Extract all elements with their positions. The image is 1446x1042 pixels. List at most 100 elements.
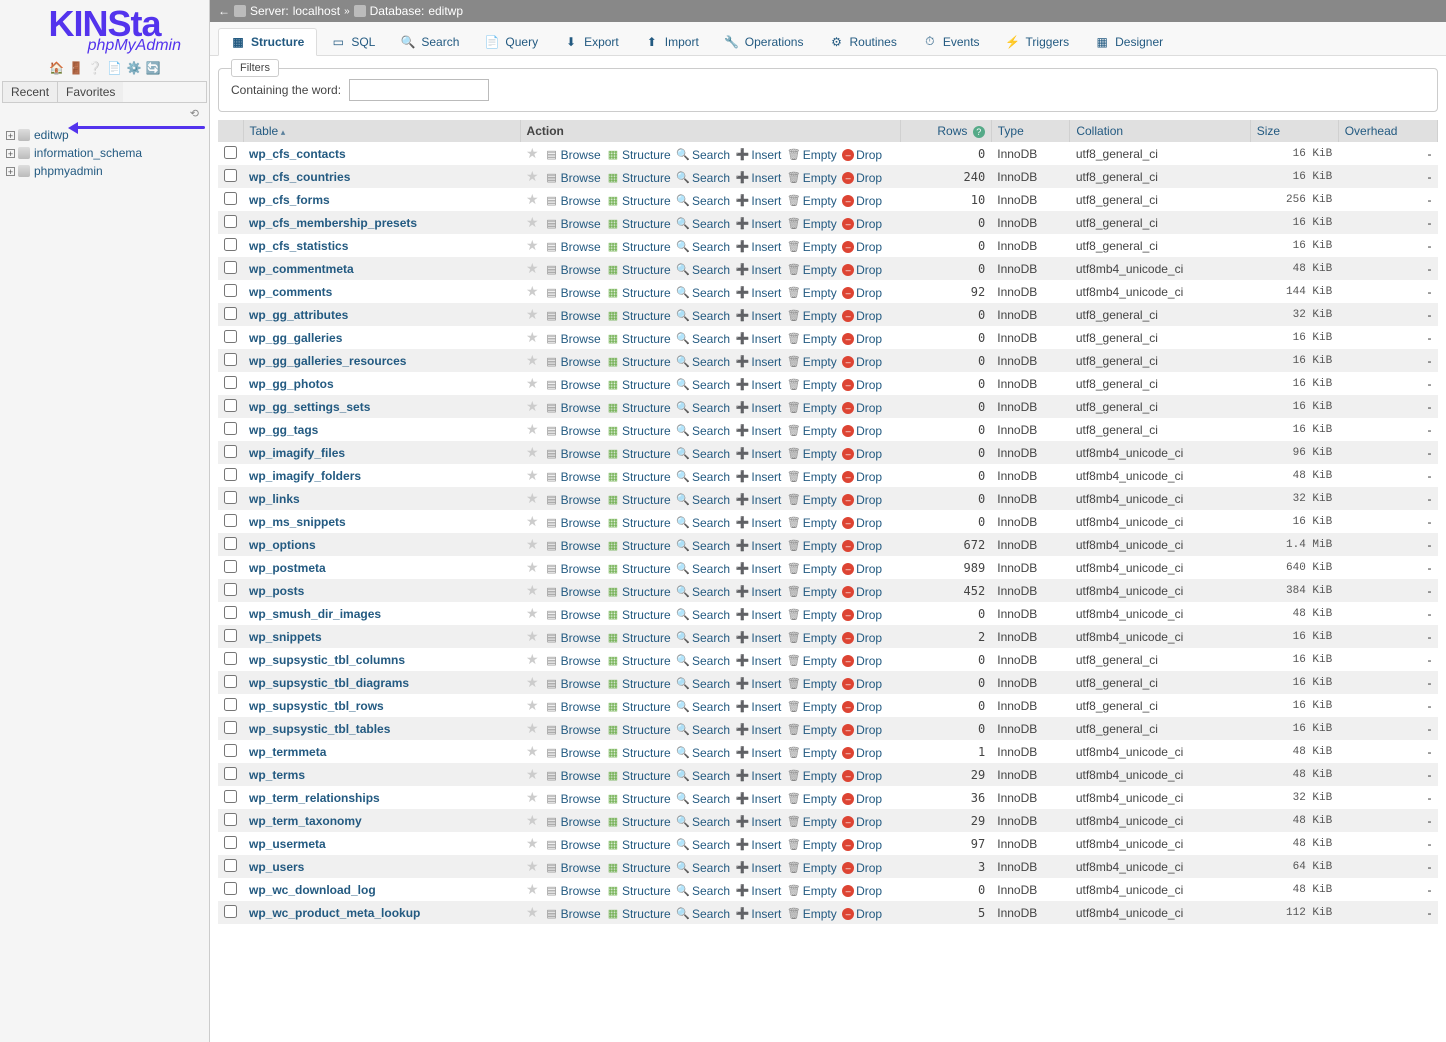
favorite-star-icon[interactable] bbox=[526, 812, 539, 828]
action-structure[interactable]: ▦Structure bbox=[606, 585, 671, 599]
action-drop[interactable]: – Drop bbox=[842, 217, 882, 231]
help-icon[interactable]: ❔ bbox=[88, 61, 102, 75]
favorite-star-icon[interactable] bbox=[526, 697, 539, 713]
action-insert[interactable]: ➕Insert bbox=[735, 723, 781, 737]
table-name-link[interactable]: wp_cfs_membership_presets bbox=[249, 216, 417, 230]
table-name-link[interactable]: wp_gg_settings_sets bbox=[249, 400, 370, 414]
action-search[interactable]: 🔍Search bbox=[676, 884, 730, 898]
action-browse[interactable]: ▤Browse bbox=[545, 309, 601, 323]
favorite-star-icon[interactable] bbox=[526, 651, 539, 667]
row-checkbox[interactable] bbox=[224, 399, 237, 412]
action-insert[interactable]: ➕Insert bbox=[735, 516, 781, 530]
action-structure[interactable]: ▦Structure bbox=[606, 700, 671, 714]
row-checkbox[interactable] bbox=[224, 836, 237, 849]
row-checkbox[interactable] bbox=[224, 353, 237, 366]
action-browse[interactable]: ▤Browse bbox=[545, 424, 601, 438]
action-browse[interactable]: ▤Browse bbox=[545, 677, 601, 691]
header-rows[interactable]: Rows ? bbox=[900, 120, 991, 142]
row-checkbox[interactable] bbox=[224, 813, 237, 826]
action-search[interactable]: 🔍Search bbox=[676, 309, 730, 323]
row-checkbox[interactable] bbox=[224, 606, 237, 619]
row-checkbox[interactable] bbox=[224, 468, 237, 481]
tab-structure[interactable]: ▦Structure bbox=[218, 28, 317, 56]
action-insert[interactable]: ➕Insert bbox=[735, 608, 781, 622]
action-structure[interactable]: ▦Structure bbox=[606, 148, 671, 162]
table-name-link[interactable]: wp_links bbox=[249, 492, 300, 506]
action-structure[interactable]: ▦Structure bbox=[606, 608, 671, 622]
action-browse[interactable]: ▤Browse bbox=[545, 792, 601, 806]
action-empty[interactable]: 🗑Empty bbox=[787, 815, 837, 829]
action-search[interactable]: 🔍Search bbox=[676, 493, 730, 507]
table-name-link[interactable]: wp_supsystic_tbl_columns bbox=[249, 653, 405, 667]
table-name-link[interactable]: wp_snippets bbox=[249, 630, 322, 644]
action-structure[interactable]: ▦Structure bbox=[606, 539, 671, 553]
row-checkbox[interactable] bbox=[224, 583, 237, 596]
action-empty[interactable]: 🗑Empty bbox=[787, 424, 837, 438]
action-insert[interactable]: ➕Insert bbox=[735, 654, 781, 668]
tab-export[interactable]: ⬇Export bbox=[552, 28, 631, 55]
action-drop[interactable]: – Drop bbox=[842, 585, 882, 599]
action-empty[interactable]: 🗑Empty bbox=[787, 884, 837, 898]
breadcrumb-db[interactable]: editwp bbox=[428, 4, 463, 18]
action-insert[interactable]: ➕Insert bbox=[735, 378, 781, 392]
action-drop[interactable]: – Drop bbox=[842, 309, 882, 323]
action-search[interactable]: 🔍Search bbox=[676, 631, 730, 645]
tab-query[interactable]: 📄Query bbox=[473, 28, 550, 55]
action-drop[interactable]: – Drop bbox=[842, 148, 882, 162]
action-insert[interactable]: ➕Insert bbox=[735, 401, 781, 415]
row-checkbox[interactable] bbox=[224, 238, 237, 251]
action-browse[interactable]: ▤Browse bbox=[545, 654, 601, 668]
action-drop[interactable]: – Drop bbox=[842, 470, 882, 484]
action-structure[interactable]: ▦Structure bbox=[606, 240, 671, 254]
action-browse[interactable]: ▤Browse bbox=[545, 148, 601, 162]
action-drop[interactable]: – Drop bbox=[842, 631, 882, 645]
action-drop[interactable]: – Drop bbox=[842, 516, 882, 530]
row-checkbox[interactable] bbox=[224, 422, 237, 435]
action-browse[interactable]: ▤Browse bbox=[545, 884, 601, 898]
action-empty[interactable]: 🗑Empty bbox=[787, 907, 837, 921]
action-structure[interactable]: ▦Structure bbox=[606, 171, 671, 185]
nav-favorites[interactable]: Favorites bbox=[58, 82, 123, 102]
action-structure[interactable]: ▦Structure bbox=[606, 677, 671, 691]
exit-icon[interactable]: 🚪 bbox=[68, 61, 82, 75]
action-browse[interactable]: ▤Browse bbox=[545, 355, 601, 369]
action-structure[interactable]: ▦Structure bbox=[606, 746, 671, 760]
action-empty[interactable]: 🗑Empty bbox=[787, 562, 837, 576]
action-drop[interactable]: – Drop bbox=[842, 263, 882, 277]
favorite-star-icon[interactable] bbox=[526, 766, 539, 782]
action-search[interactable]: 🔍Search bbox=[676, 470, 730, 484]
action-insert[interactable]: ➕Insert bbox=[735, 493, 781, 507]
favorite-star-icon[interactable] bbox=[526, 835, 539, 851]
action-insert[interactable]: ➕Insert bbox=[735, 769, 781, 783]
action-insert[interactable]: ➕Insert bbox=[735, 884, 781, 898]
tab-sql[interactable]: ▭SQL bbox=[319, 28, 387, 55]
action-structure[interactable]: ▦Structure bbox=[606, 332, 671, 346]
action-structure[interactable]: ▦Structure bbox=[606, 723, 671, 737]
row-checkbox[interactable] bbox=[224, 376, 237, 389]
favorite-star-icon[interactable] bbox=[526, 582, 539, 598]
table-name-link[interactable]: wp_ms_snippets bbox=[249, 515, 346, 529]
table-name-link[interactable]: wp_comments bbox=[249, 285, 332, 299]
action-insert[interactable]: ➕Insert bbox=[735, 585, 781, 599]
favorite-star-icon[interactable] bbox=[526, 283, 539, 299]
action-drop[interactable]: – Drop bbox=[842, 792, 882, 806]
action-structure[interactable]: ▦Structure bbox=[606, 907, 671, 921]
favorite-star-icon[interactable] bbox=[526, 237, 539, 253]
action-drop[interactable]: – Drop bbox=[842, 769, 882, 783]
action-search[interactable]: 🔍Search bbox=[676, 332, 730, 346]
action-structure[interactable]: ▦Structure bbox=[606, 884, 671, 898]
action-search[interactable]: 🔍Search bbox=[676, 654, 730, 668]
action-search[interactable]: 🔍Search bbox=[676, 723, 730, 737]
table-name-link[interactable]: wp_imagify_files bbox=[249, 446, 345, 460]
header-table[interactable]: Table bbox=[243, 120, 520, 142]
row-checkbox[interactable] bbox=[224, 261, 237, 274]
action-drop[interactable]: – Drop bbox=[842, 194, 882, 208]
favorite-star-icon[interactable] bbox=[526, 306, 539, 322]
tab-routines[interactable]: ⚙Routines bbox=[817, 28, 908, 55]
expand-icon[interactable]: + bbox=[6, 149, 15, 158]
row-checkbox[interactable] bbox=[224, 514, 237, 527]
action-insert[interactable]: ➕Insert bbox=[735, 286, 781, 300]
action-empty[interactable]: 🗑Empty bbox=[787, 493, 837, 507]
action-structure[interactable]: ▦Structure bbox=[606, 378, 671, 392]
action-search[interactable]: 🔍Search bbox=[676, 792, 730, 806]
